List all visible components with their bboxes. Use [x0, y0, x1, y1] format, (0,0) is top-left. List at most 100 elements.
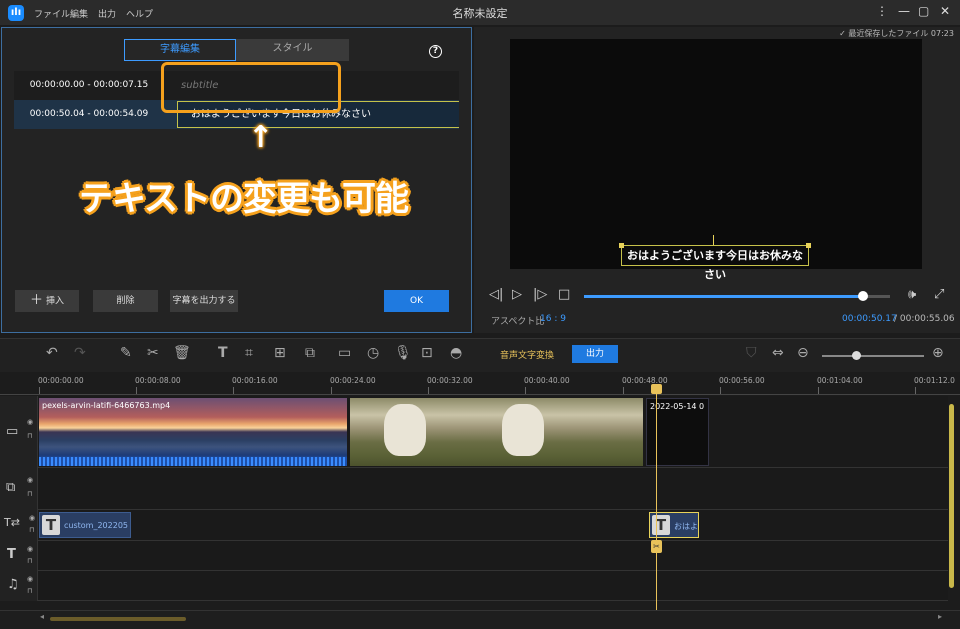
seek-progress [584, 295, 862, 298]
paint-bucket-icon[interactable]: ◓ [450, 345, 462, 361]
lock-icon[interactable]: ⊓ [27, 557, 32, 565]
text-clip-icon: T [652, 515, 670, 535]
insert-button[interactable]: ＋ 挿入 [15, 290, 79, 312]
marker-icon[interactable]: ⛉ [746, 345, 757, 361]
horizontal-scrollbar[interactable] [50, 617, 186, 621]
ruler-label: 00:00:00.00 [38, 376, 84, 385]
redo-icon[interactable]: ↷ [74, 345, 86, 361]
help-icon[interactable]: ? [429, 45, 442, 58]
clock-icon[interactable]: ◷ [367, 345, 379, 361]
text-clip-icon: T [42, 515, 60, 535]
ruler-tick [39, 387, 40, 394]
pencil-icon[interactable]: ✎ [120, 345, 132, 361]
ruler-tick [331, 387, 332, 394]
more-menu-icon[interactable]: ⋮ [876, 4, 888, 18]
playhead-handle[interactable] [651, 384, 662, 394]
volume-icon[interactable]: 🕪 [908, 287, 916, 302]
zoom-in-icon[interactable]: ⊕ [932, 345, 944, 361]
next-frame-icon[interactable]: |▷ [533, 287, 547, 302]
preview-subtitle[interactable]: おはようございます今日はお休みなさい [621, 245, 809, 281]
ruler-tick [525, 387, 526, 394]
eye-icon[interactable]: ◉ [27, 418, 33, 426]
seek-handle[interactable] [858, 291, 868, 301]
ruler-label: 00:00:16.00 [232, 376, 278, 385]
lock-icon[interactable]: ⊓ [27, 490, 32, 498]
export-button[interactable]: 出力 [572, 345, 618, 363]
overlay-track-icon: ⧉ [6, 480, 16, 495]
ruler-label: 00:00:56.00 [719, 376, 765, 385]
speech-to-text-button[interactable]: 音声文字変換 [500, 348, 554, 361]
text-track[interactable] [0, 541, 948, 571]
annotation-text: テキストの変更も可能 [79, 179, 409, 219]
minimize-icon[interactable]: — [898, 4, 910, 18]
stop-icon[interactable]: □ [558, 287, 570, 302]
insert-label: 挿入 [45, 296, 64, 307]
scroll-left-icon[interactable]: ◂ [40, 612, 44, 621]
clip-thumbnail [502, 404, 544, 456]
fullscreen-icon[interactable]: ⤢ [934, 287, 944, 302]
mosaic-icon[interactable]: ⊞ [274, 345, 286, 361]
frame-icon[interactable]: ▭ [338, 345, 351, 361]
ruler-label: 00:00:24.00 [330, 376, 376, 385]
prev-frame-icon[interactable]: ◁| [489, 287, 503, 302]
resize-handle[interactable] [806, 243, 811, 248]
highlight-box [161, 62, 341, 113]
vertical-scrollbar[interactable] [949, 404, 954, 588]
annotation-arrow: ↑ [248, 120, 274, 155]
export-subtitle-button[interactable]: 字幕を出力する [170, 290, 238, 312]
ruler-label: 00:01:12.0 [914, 376, 955, 385]
split-marker-icon[interactable]: ✂ [651, 540, 662, 553]
tab-subtitle-edit[interactable]: 字幕編集 [124, 39, 236, 61]
window-title: 名称未設定 [452, 7, 508, 20]
aspect-value[interactable]: 16 : 9 [540, 314, 566, 324]
lock-icon[interactable]: ⊓ [27, 587, 32, 595]
eye-icon[interactable]: ◉ [27, 545, 33, 553]
eye-icon[interactable]: ◉ [27, 476, 33, 484]
playhead-line [656, 387, 657, 615]
video-preview[interactable] [510, 39, 922, 269]
trash-icon[interactable]: 🗑 [173, 345, 191, 361]
last-saved-text: 最近保存したファイル 07:23 [848, 29, 954, 38]
ruler-tick [915, 387, 916, 394]
crop-icon[interactable]: ⌗ [245, 345, 253, 361]
microphone-icon[interactable]: 🎙 [394, 345, 412, 361]
video-clip[interactable]: pexels-arvin-latifi-6466763.mp4 [39, 398, 347, 466]
ruler-tick [623, 387, 624, 394]
audio-track[interactable] [0, 571, 948, 601]
current-time: 00:00:50.17 [842, 314, 897, 324]
play-icon[interactable]: ▷ [512, 287, 522, 302]
subtitle-clip-name: custom_202205 [64, 521, 128, 530]
rotate-handle[interactable] [713, 235, 714, 245]
ok-button[interactable]: OK [384, 290, 449, 312]
scroll-right-icon[interactable]: ▸ [938, 612, 942, 621]
image-icon[interactable]: ⊡ [421, 345, 433, 361]
close-icon[interactable]: ✕ [940, 4, 950, 18]
subtitle-track[interactable] [0, 510, 948, 541]
text-icon[interactable]: T [218, 345, 228, 361]
zoom-out-icon[interactable]: ⊖ [797, 345, 809, 361]
video-track-icon: ▭ [6, 424, 19, 439]
eye-icon[interactable]: ◉ [27, 575, 33, 583]
undo-icon[interactable]: ↶ [46, 345, 58, 361]
eye-icon[interactable]: ◉ [29, 514, 35, 522]
ruler-label: 00:00:32.00 [427, 376, 473, 385]
audio-waveform [39, 457, 347, 466]
subtitle-time: 00:00:00.00 - 00:00:07.15 [29, 80, 149, 90]
plus-icon: ＋ [30, 293, 44, 308]
scissors-icon[interactable]: ✂ [147, 345, 159, 361]
tab-style[interactable]: スタイル [236, 39, 349, 61]
delete-button[interactable]: 削除 [93, 290, 158, 312]
lock-icon[interactable]: ⊓ [29, 526, 34, 534]
subtitle-clip[interactable]: T custom_202205 [39, 512, 131, 538]
resize-handle[interactable] [619, 243, 624, 248]
ruler-tick [428, 387, 429, 394]
split-icon[interactable]: ⧉ [305, 345, 315, 361]
zoom-slider[interactable] [822, 355, 924, 357]
fit-icon[interactable]: ⇔ [772, 345, 784, 361]
subtitle-clip-name: おはよ [674, 522, 698, 531]
zoom-slider-handle[interactable] [852, 351, 861, 360]
overlay-track[interactable] [0, 468, 948, 510]
ruler-tick [233, 387, 234, 394]
maximize-icon[interactable]: ▢ [918, 4, 929, 18]
lock-icon[interactable]: ⊓ [27, 432, 32, 440]
